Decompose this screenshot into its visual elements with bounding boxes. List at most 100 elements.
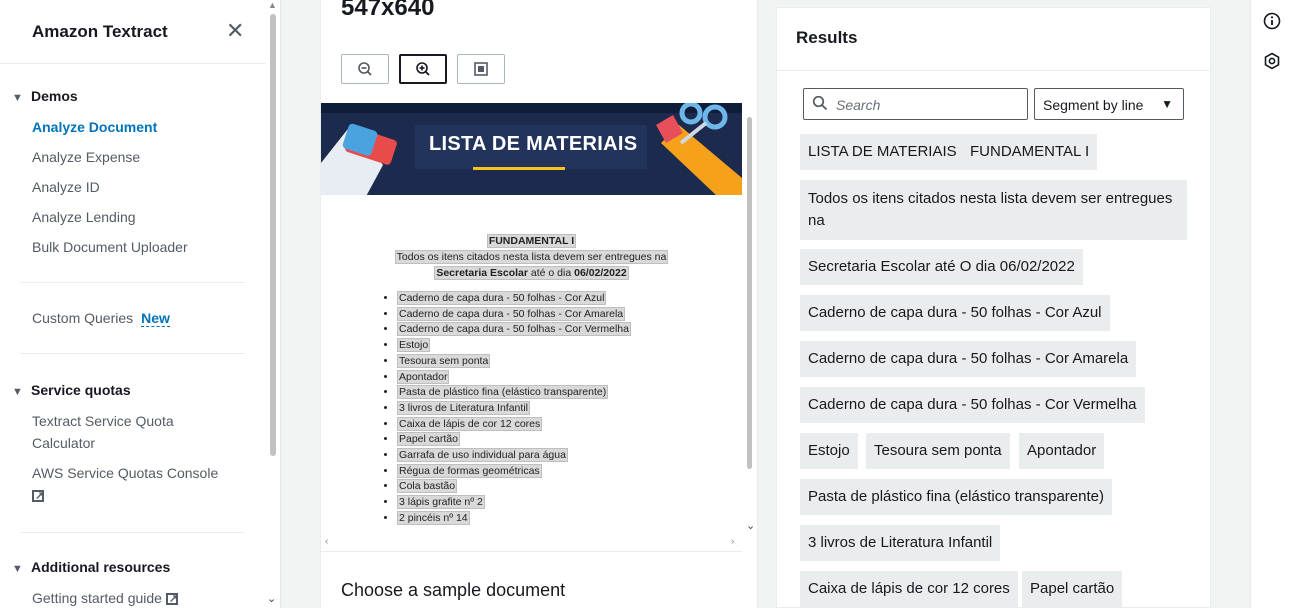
result-chip[interactable]: LISTA DE MATERIAIS [800,134,965,170]
doc-line: Secretaria Escolar até o dia 06/02/2022 [434,266,629,280]
doc-bold-text: Secretaria Escolar [436,267,528,279]
sidebar-scrollbar[interactable]: ▲ ⌄ [266,0,281,608]
search-icon [812,95,828,115]
scroll-down-icon[interactable]: ⌄ [267,592,276,605]
result-chip[interactable]: Caderno de capa dura - 50 folhas - Cor A… [800,295,1110,331]
caret-down-icon: ▼ [1161,97,1173,111]
divider [777,70,1210,71]
banner-underline [473,167,565,170]
nav-label: Getting started guide [32,590,162,606]
section-demos[interactable]: ▼ Demos [12,88,78,104]
scroll-left-icon[interactable]: ‹ [325,536,328,547]
info-icon[interactable] [1263,12,1281,35]
result-chip[interactable]: FUNDAMENTAL I [962,134,1098,170]
divider [0,63,266,64]
section-additional-resources[interactable]: ▼ Additional resources [12,559,170,575]
image-dimensions: 547x640 [341,0,435,21]
sidebar-title: Amazon Textract [32,22,168,41]
document-text: FUNDAMENTAL I Todos os itens citados nes… [321,233,742,527]
search-placeholder: Search [836,97,881,113]
side-navigation: Amazon Textract ✕ ▼ Demos Analyze Documen… [0,0,266,608]
list-item: Caderno de capa dura - 50 folhas - Cor V… [397,322,742,338]
scroll-right-icon[interactable]: › [731,536,734,547]
nav-label: Custom Queries [32,310,134,326]
scroll-down-icon[interactable]: ⌄ [746,519,755,532]
nav-analyze-expense[interactable]: Analyze Expense [32,146,140,168]
hexagon-icon[interactable] [1263,52,1281,75]
new-badge[interactable]: New [141,310,170,327]
result-chip[interactable]: Papel cartão [1022,571,1123,607]
nav-analyze-id[interactable]: Analyze ID [32,176,100,198]
doc-heading: FUNDAMENTAL I [486,234,577,248]
list-item: Caderno de capa dura - 50 folhas - Cor A… [397,291,742,307]
scroll-up-icon[interactable]: ▲ [268,0,277,10]
fit-page-button[interactable] [457,54,505,84]
result-chip[interactable]: 3 livros de Literatura Infantil [800,525,1001,561]
document-image[interactable]: LISTA DE MATERIAIS FUNDAMENTAL I Todos o… [321,103,742,552]
search-input[interactable]: Search [803,88,1028,120]
document-banner: LISTA DE MATERIAIS [321,103,742,195]
list-item: 2 pincéis nº 14 [397,510,742,527]
section-label: Service quotas [31,382,131,398]
zoom-in-button[interactable] [399,54,447,84]
external-link-icon [32,485,44,507]
list-item: Caixa de lápis de cor 12 cores [397,416,742,433]
doc-text: até o dia [530,267,572,279]
result-chip[interactable]: Todos os itens citados nesta lista devem… [800,180,1187,240]
nav-custom-queries[interactable]: Custom Queries New [32,307,170,329]
divider [20,282,245,283]
nav-quota-calculator[interactable]: Textract Service Quota Calculator [32,410,222,454]
result-chip[interactable]: Caderno de capa dura - 50 folhas - Cor V… [800,387,1145,423]
list-item: Pasta de plástico fina (elástico transpa… [397,385,742,401]
doc-date: 06/02/2022 [574,267,627,279]
list-item: Papel cartão [397,432,742,448]
scrollbar-thumb[interactable] [270,14,276,456]
segment-select-value: Segment by line [1043,97,1144,113]
nav-analyze-lending[interactable]: Analyze Lending [32,206,136,228]
close-icon[interactable]: ✕ [226,20,244,42]
nav-bulk-uploader[interactable]: Bulk Document Uploader [32,236,188,258]
nav-analyze-document[interactable]: Analyze Document [32,116,157,138]
result-chip[interactable]: Tesoura sem ponta [866,433,1010,469]
nav-getting-started[interactable]: Getting started guide [32,587,178,608]
divider [20,532,245,533]
scrollbar-thumb[interactable] [747,117,752,469]
list-item: Caderno de capa dura - 50 folhas - Cor A… [397,306,742,323]
viewer-vertical-scrollbar[interactable]: ⌄ [743,103,757,549]
section-label: Additional resources [31,559,171,575]
zoom-in-icon [416,62,430,76]
doc-line: Todos os itens citados nesta lista devem… [394,250,669,264]
results-title: Results [796,28,858,47]
result-chip[interactable]: Apontador [1019,433,1105,469]
list-item: Garrafa de uso individual para água [397,448,742,464]
result-chip[interactable]: Secretaria Escolar até O dia 06/02/2022 [800,249,1083,285]
caret-down-icon: ▼ [12,92,23,104]
caret-down-icon: ▼ [12,563,23,575]
list-item: Tesoura sem ponta [397,353,742,370]
segment-select[interactable]: Segment by line ▼ [1034,88,1184,120]
divider [20,353,245,354]
tools-rail [1250,0,1292,608]
result-chip[interactable]: Caixa de lápis de cor 12 cores [800,571,1018,607]
viewer-horizontal-scrollbar[interactable]: ‹ › [321,536,757,550]
result-chip[interactable]: Estojo [800,433,858,469]
zoom-out-icon [358,62,372,76]
zoom-out-button[interactable] [341,54,389,84]
fit-page-icon [474,62,488,76]
result-chip[interactable]: Pasta de plástico fina (elástico transpa… [800,479,1112,515]
list-item: Régua de formas geométricas [397,463,742,480]
section-service-quotas[interactable]: ▼ Service quotas [12,382,131,398]
choose-sample-heading: Choose a sample document [341,580,566,600]
nav-label: AWS Service Quotas Console [32,465,219,481]
list-item: Cola bastão [397,479,742,495]
result-chip[interactable]: Caderno de capa dura - 50 folhas - Cor A… [800,341,1137,377]
list-item: 3 livros de Literatura Infantil [397,400,742,417]
banner-title: LISTA DE MATERIAIS [429,133,638,155]
doc-item-list: Caderno de capa dura - 50 folhas - Cor A… [321,291,742,527]
nav-service-quotas-console[interactable]: AWS Service Quotas Console [32,462,219,507]
document-viewer-panel: 547x640 LISTA DE MATERIAIS FUNDAMENTAL I… [320,0,758,608]
results-panel: Results Search Segment by line ▼ LISTA D… [776,7,1211,608]
list-item: Apontador [397,369,742,386]
list-item: 3 lápis grafite nº 2 [397,495,742,511]
external-link-icon [165,588,178,608]
